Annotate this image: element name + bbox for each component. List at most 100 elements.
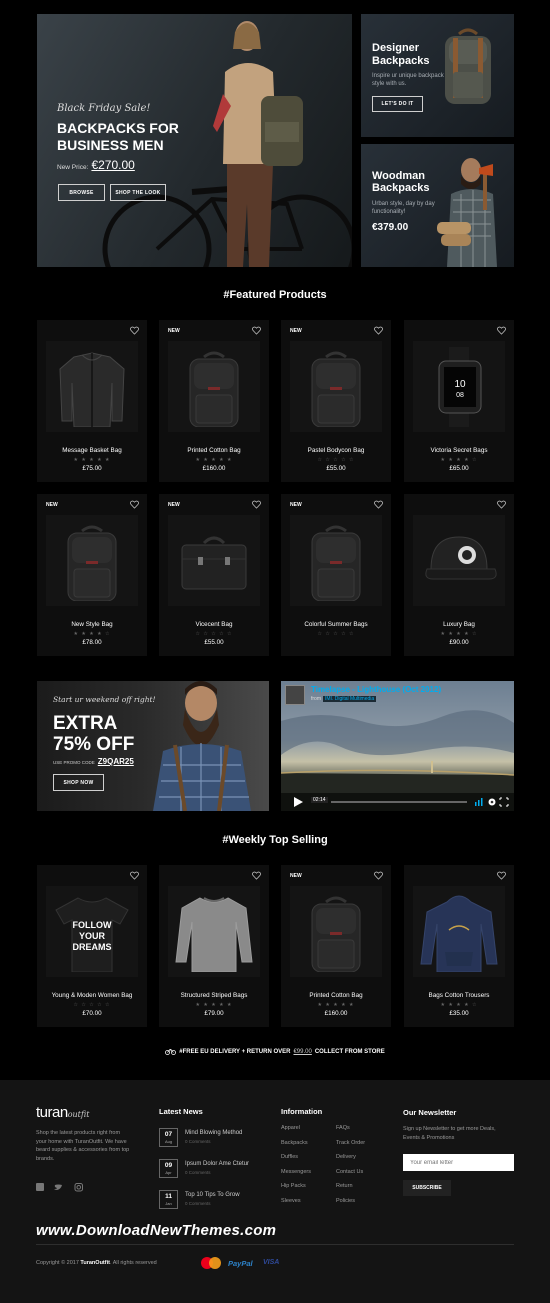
copyright-brand[interactable]: TuranOutfit <box>80 1260 110 1266</box>
product-name[interactable]: Colorful Summer Bags <box>281 621 391 628</box>
product-image[interactable] <box>46 515 138 606</box>
product-image[interactable] <box>290 515 382 606</box>
product-price: £160.00 <box>324 1010 348 1017</box>
subscribe-button[interactable]: SUBSCRIBE <box>403 1180 451 1196</box>
product-card[interactable]: NEW Printed Cotton Bag ★ ★ ★ ★ ★ £160.00 <box>281 865 391 1027</box>
lets-do-it-button[interactable]: LET'S DO IT <box>372 96 423 112</box>
product-name[interactable]: Victoria Secret Bags <box>404 447 514 454</box>
product-image[interactable] <box>413 886 505 977</box>
news-item[interactable]: 07 Aug Mind Blowing Method 0 Comments <box>159 1128 269 1148</box>
product-card[interactable]: Structured Striped Bags ★ ★ ★ ★ ★ £79.00 <box>159 865 269 1027</box>
wishlist-heart-icon[interactable] <box>374 326 383 335</box>
footer-link[interactable]: Return <box>336 1183 353 1189</box>
wishlist-heart-icon[interactable] <box>374 500 383 509</box>
designer-text-line2: style with us. <box>372 81 407 87</box>
product-card[interactable]: NEW Pastel Bodycon Bag ☆ ☆ ☆ ☆ ☆ £55.00 <box>281 320 391 482</box>
product-image[interactable] <box>290 341 382 432</box>
wishlist-heart-icon[interactable] <box>497 500 506 509</box>
wishlist-heart-icon[interactable] <box>497 871 506 880</box>
product-name[interactable]: Pastel Bodycon Bag <box>281 447 391 454</box>
footer-link[interactable]: Apparel <box>281 1125 300 1131</box>
product-price: £55.00 <box>326 465 346 472</box>
product-name[interactable]: Printed Cotton Bag <box>159 447 269 454</box>
footer-link[interactable]: Sleeves <box>281 1198 301 1204</box>
video-progress-bar[interactable] <box>331 801 467 803</box>
footer-link[interactable]: Contact Us <box>336 1169 363 1175</box>
product-image[interactable]: FOLLOW YOUR DREAMS <box>46 886 138 977</box>
product-name[interactable]: Vicecent Bag <box>159 621 269 628</box>
wishlist-heart-icon[interactable] <box>497 326 506 335</box>
footer-link[interactable]: FAQs <box>336 1125 350 1131</box>
video-author-avatar[interactable] <box>285 685 305 705</box>
product-card[interactable]: Bags Cotton Trousers ★ ★ ★ ★ ☆ £35.00 <box>404 865 514 1027</box>
wishlist-heart-icon[interactable] <box>374 871 383 880</box>
video-player[interactable]: Timelapse - Lighthouse (Oct 2012) from I… <box>281 681 514 811</box>
news-title[interactable]: Top 10 Tips To Grow <box>185 1192 240 1198</box>
footer-link[interactable]: Hip Packs <box>281 1183 306 1189</box>
video-author[interactable]: IMI. Digital Multimedia <box>323 696 377 702</box>
footer-link[interactable]: Messengers <box>281 1169 311 1175</box>
product-image[interactable] <box>290 886 382 977</box>
video-title[interactable]: Timelapse - Lighthouse (Oct 2012) <box>311 685 441 694</box>
news-item[interactable]: 09 Apr Ipsum Dolor Ame Ctetur 0 Comments <box>159 1159 269 1179</box>
news-item[interactable]: 11 Jan Top 10 Tips To Grow 0 Comments <box>159 1190 269 1210</box>
news-title[interactable]: Mind Blowing Method <box>185 1130 242 1136</box>
product-name[interactable]: Young & Moden Women Bag <box>37 992 147 999</box>
footer-link[interactable]: Duffles <box>281 1154 298 1160</box>
shop-the-look-button[interactable]: SHOP THE LOOK <box>110 184 166 201</box>
newsletter-email-input[interactable] <box>403 1154 514 1171</box>
footer-link[interactable]: Backpacks <box>281 1140 308 1146</box>
product-card[interactable]: NEW Printed Cotton Bag ★ ★ ★ ★ ★ £160.00 <box>159 320 269 482</box>
product-image[interactable] <box>168 515 260 606</box>
product-name[interactable]: New Style Bag <box>37 621 147 628</box>
bicycle-icon <box>165 1048 177 1055</box>
wishlist-heart-icon[interactable] <box>252 871 261 880</box>
footer-link[interactable]: Delivery <box>336 1154 356 1160</box>
wishlist-heart-icon[interactable] <box>252 500 261 509</box>
product-name[interactable]: Printed Cotton Bag <box>281 992 391 999</box>
wishlist-heart-icon[interactable] <box>130 871 139 880</box>
product-card[interactable]: Luxury Bag ★ ★ ★ ★ ☆ £90.00 <box>404 494 514 656</box>
news-comments: 0 Comments <box>185 1201 211 1206</box>
newsletter-text-line: Events & Promotions <box>403 1134 455 1141</box>
product-price: £79.00 <box>204 1010 224 1017</box>
news-title[interactable]: Ipsum Dolor Ame Ctetur <box>185 1161 249 1167</box>
promo-banner[interactable]: Start ur weekend off right! EXTRA 75% OF… <box>37 681 269 811</box>
news-date: 07 Aug <box>159 1128 178 1147</box>
product-image[interactable] <box>168 341 260 432</box>
product-card[interactable]: FOLLOW YOUR DREAMS Young & Moden Women Bag… <box>37 865 147 1027</box>
wishlist-heart-icon[interactable] <box>252 326 261 335</box>
browse-button[interactable]: BROWSE <box>58 184 105 201</box>
footer-link[interactable]: Policies <box>336 1198 355 1204</box>
shop-now-button[interactable]: SHOP NOW <box>53 774 104 791</box>
product-image[interactable] <box>413 515 505 606</box>
product-name[interactable]: Message Basket Bag <box>37 447 147 454</box>
product-image[interactable] <box>46 341 138 432</box>
jacket-icon <box>59 351 125 427</box>
product-name[interactable]: Bags Cotton Trousers <box>404 992 514 999</box>
designer-text-line1: Inspire ur unique backpack <box>372 73 444 79</box>
product-rating: ★ ★ ★ ★ ☆ <box>73 631 111 637</box>
woodman-backpacks-banner[interactable]: Woodman Backpacks Urban style, day by da… <box>361 144 514 267</box>
hero-banner[interactable]: Black Friday Sale! BACKPACKS FOR BUSINES… <box>37 14 352 267</box>
wishlist-heart-icon[interactable] <box>130 500 139 509</box>
delivery-suffix: COLLECT FROM STORE <box>314 1048 385 1055</box>
product-card[interactable]: NEW Vicecent Bag ☆ ☆ ☆ ☆ ☆ £55.00 <box>159 494 269 656</box>
featured-products-heading: #Featured Products <box>223 289 327 301</box>
product-card[interactable]: NEW New Style Bag ★ ★ ★ ★ ☆ £78.00 <box>37 494 147 656</box>
product-card[interactable]: 10 08 Victoria Secret Bags ★ ★ ★ ★ ☆ £65.… <box>404 320 514 482</box>
video-controls-icons[interactable] <box>475 797 509 807</box>
product-image[interactable]: 10 08 <box>413 341 505 432</box>
product-name[interactable]: Luxury Bag <box>404 621 514 628</box>
sweater-icon <box>175 896 253 972</box>
play-icon[interactable] <box>292 796 304 808</box>
footer-link[interactable]: Track Order <box>336 1140 365 1146</box>
product-card[interactable]: NEW Colorful Summer Bags ☆ ☆ ☆ ☆ ☆ <box>281 494 391 656</box>
product-name[interactable]: Structured Striped Bags <box>159 992 269 999</box>
wishlist-heart-icon[interactable] <box>130 326 139 335</box>
product-card[interactable]: Message Basket Bag ★ ★ ★ ★ ★ £75.00 <box>37 320 147 482</box>
designer-backpacks-banner[interactable]: Designer Backpacks Inspire ur unique bac… <box>361 14 514 137</box>
hoodie-icon <box>420 895 498 972</box>
footer-logo[interactable]: turan outfit <box>36 1104 89 1121</box>
product-image[interactable] <box>168 886 260 977</box>
